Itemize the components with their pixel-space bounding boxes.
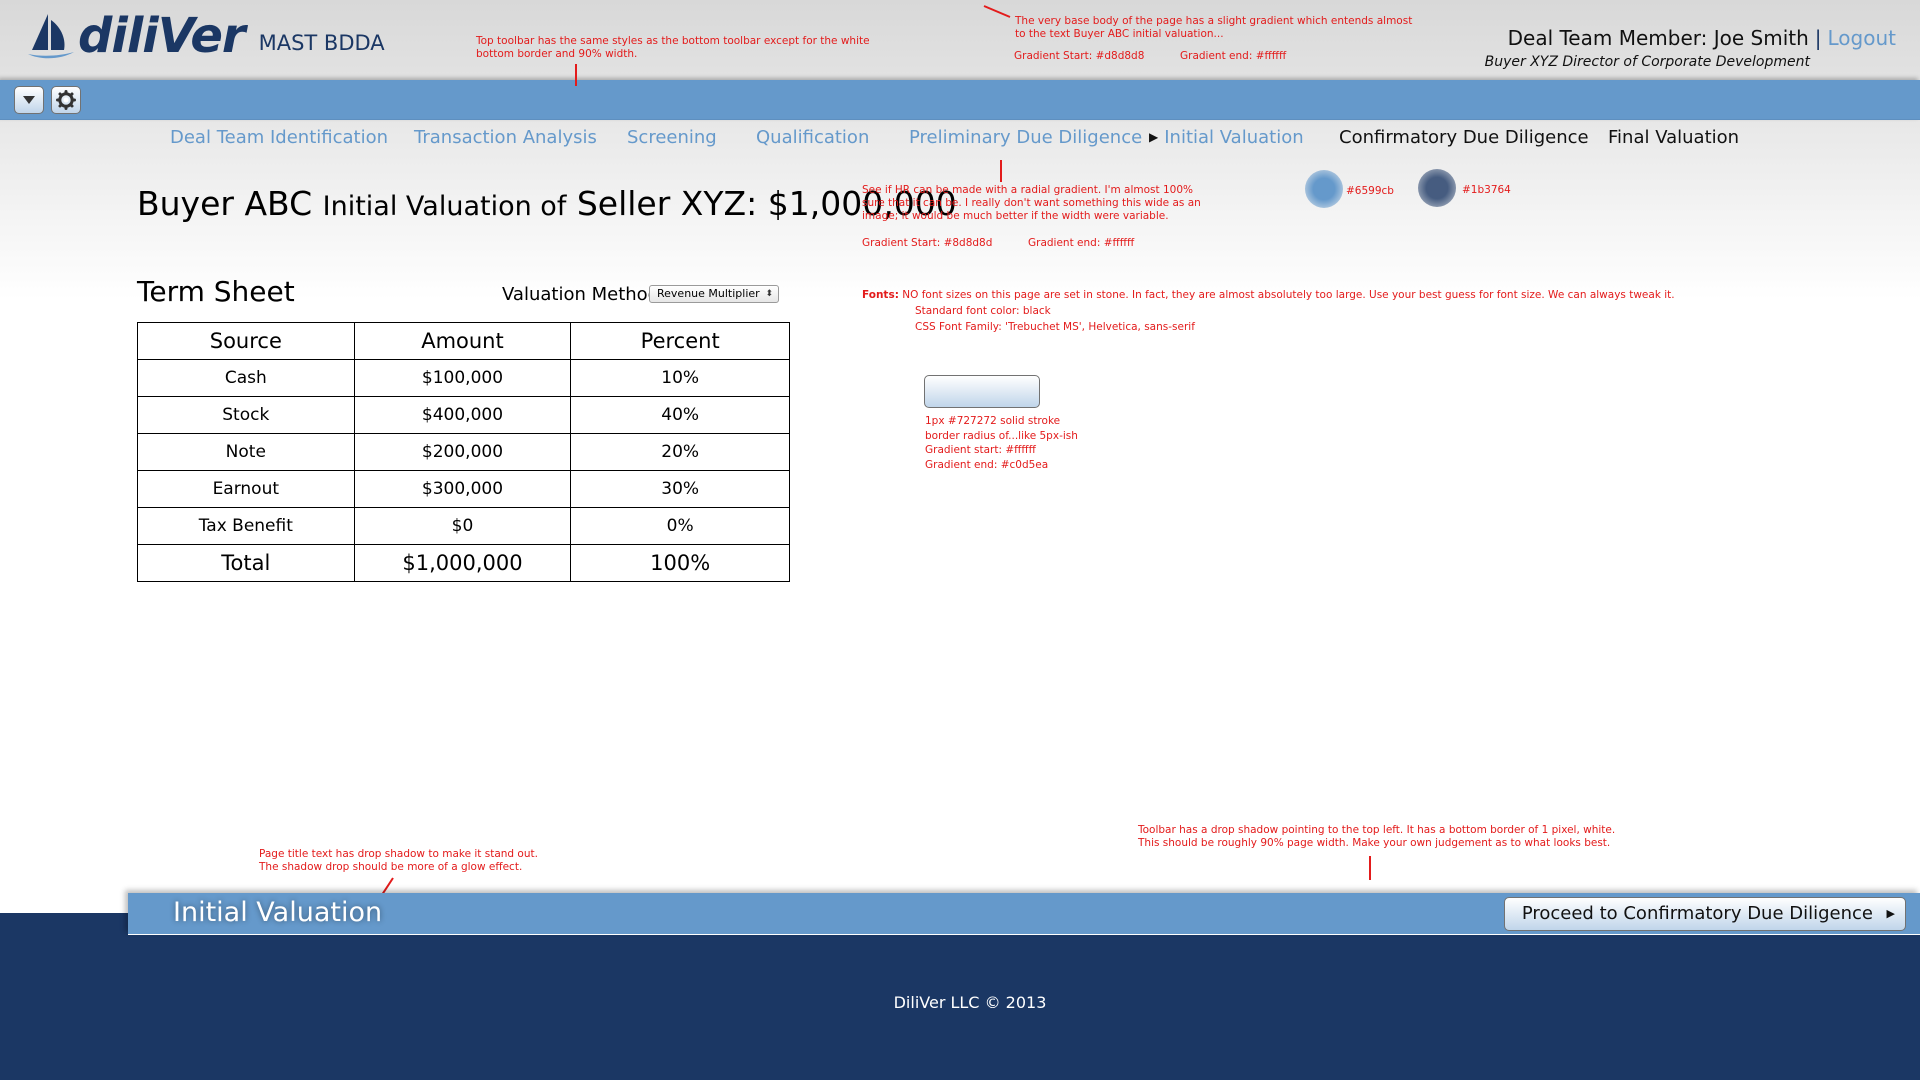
total-label: Total — [137, 544, 355, 582]
table-row: Tax Benefit $0 0% — [137, 507, 790, 545]
annotation-font-color: Standard font color: black — [915, 305, 1051, 317]
chevron-right-icon: ▶ — [1886, 907, 1895, 920]
user-role: Buyer XYZ Director of Corporate Developm… — [1484, 54, 1810, 70]
gear-icon — [56, 90, 76, 110]
color-swatch-light-blue — [1305, 170, 1343, 208]
header: diliVer MAST BDDA Deal Team Member: Joe … — [0, 0, 1920, 80]
term-sheet-table: Source Amount Percent Cash $100,000 10% … — [137, 322, 790, 582]
valuation-method-label: Valuation Method — [502, 284, 660, 305]
annotation-base-body: The very base body of the page has a sli… — [1015, 15, 1413, 40]
cell-source: Cash — [137, 359, 355, 397]
step-final-valuation[interactable]: Final Valuation — [1608, 127, 1739, 148]
annotation-base-gradient-end: Gradient end: #ffffff — [1180, 50, 1287, 62]
step-screening[interactable]: Screening — [627, 127, 717, 148]
current-step-arrow-icon: ▶ — [1149, 130, 1159, 144]
cell-percent: 30% — [570, 470, 790, 508]
color-swatch-navy — [1418, 169, 1456, 207]
cell-percent: 0% — [570, 507, 790, 545]
annotation-pointer — [575, 64, 577, 86]
cell-percent: 20% — [570, 433, 790, 471]
cell-amount: $100,000 — [353, 359, 572, 397]
column-header-amount: Amount — [353, 322, 572, 360]
cell-amount: $0 — [353, 507, 572, 545]
column-header-percent: Percent — [570, 322, 790, 360]
annotation-pointer — [1000, 160, 1002, 182]
user-label: Deal Team Member: Joe Smith — [1507, 26, 1809, 50]
annotation-hr-gradient-end: Gradient end: #ffffff — [1028, 237, 1135, 249]
annotation-fonts-label: Fonts: — [862, 289, 899, 301]
cell-source: Stock — [137, 396, 355, 434]
top-toolbar — [0, 80, 1920, 120]
annotation-font-family: CSS Font Family: 'Trebuchet MS', Helveti… — [915, 321, 1195, 333]
cell-percent: 40% — [570, 396, 790, 434]
user-separator: | — [1814, 26, 1822, 50]
annotation-fonts: Fonts: NO font sizes on this page are se… — [862, 289, 1675, 301]
proceed-button-label: Proceed to Confirmatory Due Diligence — [1521, 903, 1873, 924]
bottom-toolbar-title: Initial Valuation — [173, 897, 383, 928]
annotation-pointer — [983, 5, 1011, 18]
valuation-method-select[interactable]: Revenue Multiplier ⬍ — [649, 285, 779, 303]
cell-amount: $300,000 — [353, 470, 572, 508]
bottom-toolbar: Initial Valuation Proceed to Confirmator… — [128, 893, 1920, 935]
logout-link[interactable]: Logout — [1828, 26, 1896, 50]
logo-wordmark: diliVer — [78, 8, 246, 64]
annotation-hr: See if HR can be made with a radial grad… — [862, 184, 1201, 222]
table-header-row: Source Amount Percent — [137, 322, 790, 360]
step-initial-valuation-current[interactable]: ▶ Initial Valuation — [1149, 127, 1304, 148]
term-sheet-title: Term Sheet — [137, 275, 295, 308]
swatch-label-light-blue: #6599cb — [1346, 185, 1394, 197]
app-subtitle: MAST BDDA — [258, 31, 385, 55]
cell-source: Tax Benefit — [137, 507, 355, 545]
annotation-hr-gradient-start: Gradient Start: #8d8d8d — [862, 237, 993, 249]
step-deal-team-identification[interactable]: Deal Team Identification — [170, 127, 388, 148]
step-confirmatory-due-diligence[interactable]: Confirmatory Due Diligence — [1339, 127, 1589, 148]
page-title-buyer: Buyer ABC — [137, 184, 313, 223]
step-navigation: Deal Team Identification Transaction Ana… — [0, 124, 1920, 154]
annotation-base-gradient-start: Gradient Start: #d8d8d8 — [1014, 50, 1145, 62]
dropdown-button[interactable] — [14, 86, 44, 114]
annotation-button-style: 1px #727272 solid stroke border radius o… — [925, 415, 1078, 471]
step-preliminary-due-diligence[interactable]: Preliminary Due Diligence — [909, 127, 1142, 148]
table-row: Earnout $300,000 30% — [137, 470, 790, 508]
annotation-toolbar-shadow: Toolbar has a drop shadow pointing to th… — [1138, 824, 1616, 849]
step-qualification[interactable]: Qualification — [756, 127, 869, 148]
sailboat-logo-icon — [28, 14, 74, 59]
cell-amount: $200,000 — [353, 433, 572, 471]
table-total-row: Total $1,000,000 100% — [137, 544, 790, 582]
swatch-label-navy: #1b3764 — [1462, 184, 1511, 196]
cell-source: Note — [137, 433, 355, 471]
dropdown-icon — [23, 96, 35, 104]
table-row: Cash $100,000 10% — [137, 359, 790, 397]
logo: diliVer MAST BDDA — [26, 10, 385, 62]
copyright: DiliVer LLC © 2013 — [893, 993, 1047, 1012]
settings-button[interactable] — [51, 86, 81, 114]
select-updown-icon: ⬍ — [765, 289, 773, 299]
step-transaction-analysis[interactable]: Transaction Analysis — [414, 127, 597, 148]
annotation-page-title-shadow: Page title text has drop shadow to make … — [259, 848, 538, 873]
user-block: Deal Team Member: Joe Smith | Logout Buyer… — [1485, 26, 1896, 70]
step-initial-valuation-label: Initial Valuation — [1164, 127, 1304, 148]
total-percent: 100% — [570, 544, 790, 582]
annotation-pointer — [1369, 856, 1371, 880]
annotation-top-toolbar: Top toolbar has the same styles as the b… — [476, 35, 870, 60]
cell-source: Earnout — [137, 470, 355, 508]
cell-amount: $400,000 — [353, 396, 572, 434]
table-row: Stock $400,000 40% — [137, 396, 790, 434]
proceed-button[interactable]: Proceed to Confirmatory Due Diligence ▶ — [1503, 897, 1906, 931]
cell-percent: 10% — [570, 359, 790, 397]
sample-button-style[interactable] — [924, 375, 1040, 408]
column-header-source: Source — [137, 322, 355, 360]
page-title-middle: Initial Valuation of — [322, 191, 567, 222]
table-row: Note $200,000 20% — [137, 433, 790, 471]
valuation-method-value: Revenue Multiplier — [657, 287, 760, 300]
page-title: Buyer ABC Initial Valuation of Seller XY… — [137, 184, 957, 223]
total-amount: $1,000,000 — [353, 544, 572, 582]
